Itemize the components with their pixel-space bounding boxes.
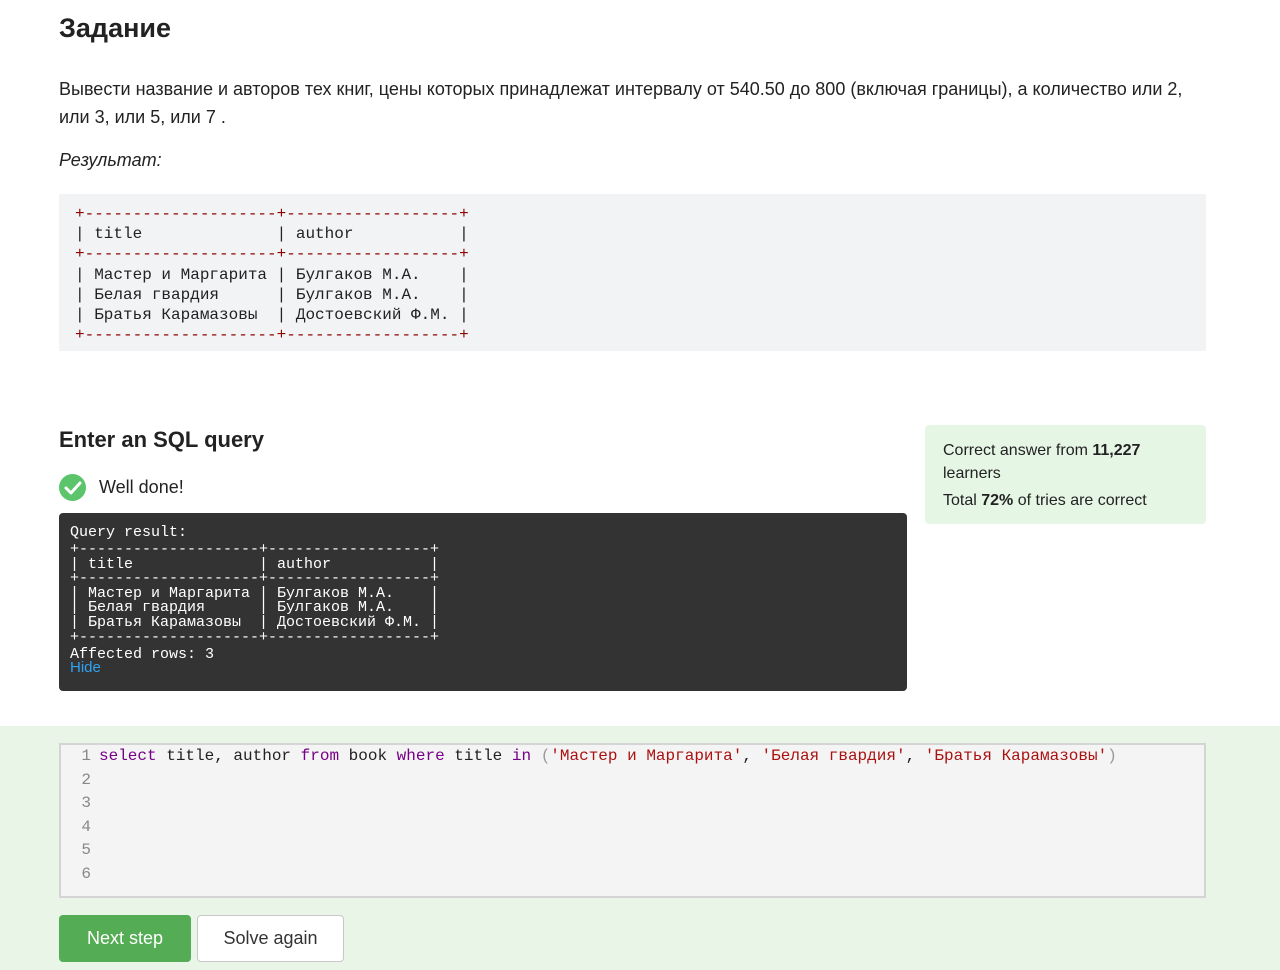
table-header: | title | author | [75,225,469,244]
table-row: | Белая гвардия | Булгаков М.А. | [75,285,469,304]
keyword-from: from [300,747,340,765]
keyword-where: where [396,747,445,765]
table-border: +--------------------+------------------… [75,326,469,345]
query-result-box: Query result: +--------------------+----… [59,513,907,691]
result-label: Результат: [59,150,162,170]
line-number: 4 [81,817,91,836]
solve-again-button[interactable]: Solve again [197,915,344,962]
correct-percent: 72% [981,492,1014,509]
sql-code-editor[interactable]: 1 2 3 4 5 6 select title, author from bo… [59,743,1206,898]
table-row: | Мастер и Маргарита | Булгаков М.А. | [75,265,469,284]
task-title: Задание [59,13,172,43]
table-border: +--------------------+------------------… [70,628,440,646]
table-row: | Братья Карамазовы | Достоевский Ф.М. | [75,306,469,325]
line-number: 2 [81,770,91,789]
query-result-output: Query result: +--------------------+----… [70,523,896,665]
code-line[interactable]: select title, author from book where tit… [99,745,1204,769]
line-number: 3 [81,794,91,813]
query-result-label: Query result: [70,524,188,541]
stats-box: Correct answer from 11,227 learners Tota… [925,425,1206,524]
learners-stat: Correct answer from 11,227 learners [943,442,1141,482]
next-step-button[interactable]: Next step [59,915,191,962]
line-number: 1 [81,747,91,765]
table-border: +--------------------+------------------… [75,205,469,223]
line-number: 6 [81,864,91,883]
line-number: 5 [81,841,91,860]
string-literal: 'Мастер и Маргарита' [550,747,743,765]
check-circle-icon [59,474,86,501]
tries-stat: Total 72% of tries are correct [943,492,1147,509]
string-literal: 'Братья Карамазовы' [924,747,1108,765]
table-border: +--------------------+------------------… [75,245,469,264]
status-message: Well done! [99,477,184,497]
expected-result-block: +--------------------+------------------… [59,194,1206,351]
hide-link[interactable]: Hide [70,659,101,676]
sql-query-heading: Enter an SQL query [59,427,264,452]
string-literal: 'Белая гвардия' [761,747,906,765]
line-number-gutter: 1 2 3 4 5 6 [61,745,97,896]
keyword-in: in [511,747,532,765]
expected-result-table: +--------------------+------------------… [75,204,1190,345]
learners-count: 11,227 [1092,442,1141,459]
task-description: Вывести название и авторов тех книг, цен… [59,79,1183,127]
keyword-select: select [99,747,157,765]
